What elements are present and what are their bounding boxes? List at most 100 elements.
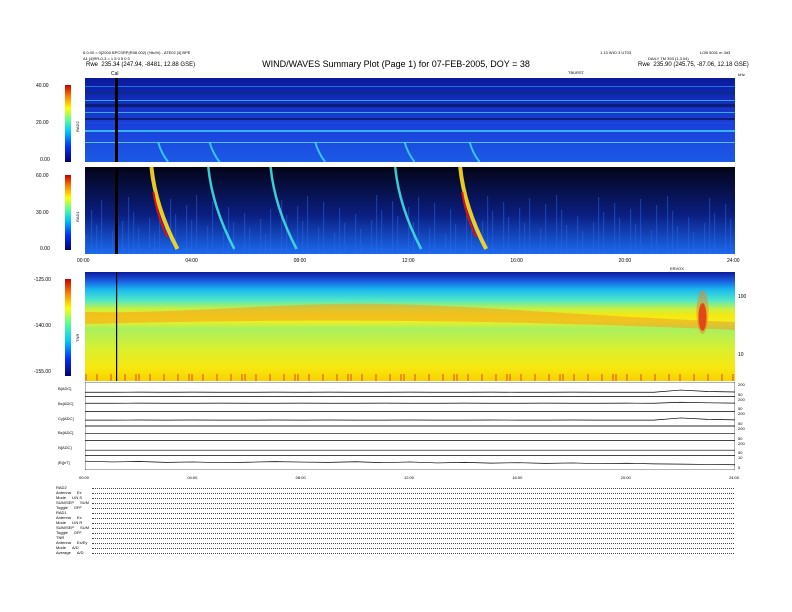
rx-value-right: 235.90 (245.75, -87.06, 12.18 GSE) bbox=[653, 62, 749, 68]
mag-row-label: N[ADC] bbox=[58, 445, 72, 450]
rad1-streak-33 bbox=[656, 205, 658, 254]
rad1-x-tick: 00:00 bbox=[77, 258, 90, 264]
tnr-bottom-spike-5 bbox=[350, 374, 352, 381]
tnr-bottom-spike-12 bbox=[721, 374, 723, 381]
tnr-bottom-spike-22 bbox=[601, 374, 603, 381]
mag-x-tick: 24:00 bbox=[729, 475, 740, 480]
rad1-x-tick: 20:00 bbox=[618, 258, 632, 264]
rad1-streak-68 bbox=[651, 230, 653, 254]
mag-row-line-2 bbox=[85, 417, 735, 421]
rad1-x-tick: 24:00 bbox=[727, 258, 740, 264]
mag-row-label: |B|[nT] bbox=[58, 459, 70, 465]
tnr-bottom-spike-30 bbox=[375, 374, 377, 381]
rad1-streak-61 bbox=[392, 201, 394, 254]
rad1-cbar-tick-top: 60.00 bbox=[36, 173, 49, 179]
tnr-background bbox=[85, 272, 735, 381]
mag-row-right-tick: 10 bbox=[738, 455, 743, 461]
tnr-bottom-spike-26 bbox=[163, 374, 165, 381]
mag-row-label: Bx[ADC] bbox=[58, 401, 74, 406]
rad1-streak-43 bbox=[376, 195, 378, 254]
tnr-bottom-spike-53 bbox=[294, 374, 296, 381]
rad1-x-tick: 08:00 bbox=[293, 258, 307, 264]
footer-value: OFF bbox=[73, 530, 82, 535]
footer-dotted-line bbox=[92, 518, 734, 519]
tnr-cal-line bbox=[116, 272, 118, 381]
rad1-streak-74 bbox=[223, 232, 225, 254]
mag-row-right-tick: 200 bbox=[738, 426, 745, 431]
footer-dotted-line bbox=[92, 488, 734, 489]
rad1-streak-72 bbox=[149, 218, 151, 254]
rad2-band-8 bbox=[85, 138, 735, 139]
tnr-right-tick: 10 bbox=[738, 352, 744, 358]
tnr-bottom-spike-29 bbox=[322, 374, 324, 381]
tnr-svg bbox=[85, 272, 735, 381]
mag-x-tick: 08:00 bbox=[295, 475, 306, 480]
rad1-streak-62 bbox=[429, 228, 431, 254]
rad1-streak-46 bbox=[487, 196, 489, 254]
rad1-streak-53 bbox=[96, 225, 98, 254]
tnr-bottom-spike-0 bbox=[85, 374, 87, 381]
tnr-bottom-spike-16 bbox=[283, 374, 285, 381]
corner-label: kHz bbox=[738, 72, 745, 77]
rad1-streak-5 bbox=[270, 209, 272, 254]
tnr-bottom-spike-31 bbox=[428, 374, 430, 381]
rad1-streak-38 bbox=[191, 220, 193, 254]
rad2-band-2 bbox=[85, 100, 735, 101]
tnr-bottom-spike-9 bbox=[562, 374, 564, 381]
mag-row-label: Cy[ADC] bbox=[58, 415, 74, 421]
tnr-bottom-spike-3 bbox=[244, 374, 246, 381]
rad1-streak-58 bbox=[281, 200, 283, 254]
tnr-bottom-spike-47 bbox=[626, 374, 628, 381]
tnr-bottom-spike-40 bbox=[255, 374, 257, 381]
tnr-bottom-spike-23 bbox=[654, 374, 656, 381]
tnr-right-label: ERVOX bbox=[670, 266, 684, 271]
rad1-streak-86 bbox=[667, 196, 669, 254]
rad1-streak-34 bbox=[693, 232, 695, 254]
rad1-streak-66 bbox=[577, 216, 579, 254]
rad1-streak-41 bbox=[302, 221, 304, 254]
rad1-x-tick: 16:00 bbox=[510, 258, 523, 264]
footer-row: Average A/D bbox=[56, 550, 84, 555]
tnr-colorbar bbox=[65, 279, 71, 376]
footer-dotted-line bbox=[92, 548, 734, 549]
rad1-streak-78 bbox=[371, 220, 373, 254]
rad1-streak-71 bbox=[112, 231, 114, 254]
mag-row-line-1 bbox=[85, 401, 735, 404]
rad1-streak-64 bbox=[503, 202, 505, 254]
mag-field-panel bbox=[85, 382, 735, 470]
rad1-streak-27 bbox=[434, 203, 436, 254]
tnr-bottom-spike-43 bbox=[414, 374, 416, 381]
rad1-streak-45 bbox=[450, 209, 452, 254]
footer-value: OFF bbox=[73, 505, 82, 510]
rad1-streak-11 bbox=[492, 211, 494, 254]
tnr-bottom-spike-45 bbox=[520, 374, 522, 381]
tnr-bottom-spike-37 bbox=[96, 374, 98, 381]
footer-dotted-line bbox=[92, 498, 734, 499]
rad1-streak-87 bbox=[704, 223, 706, 254]
tnr-ylabel: TNR bbox=[75, 333, 80, 342]
footer-dotted-line bbox=[92, 543, 734, 544]
rad1-streak-35 bbox=[730, 219, 732, 254]
rad1-streak-3 bbox=[196, 195, 198, 254]
mag-row-frame-4 bbox=[85, 440, 735, 456]
rad1-streak-26 bbox=[397, 216, 399, 254]
tnr-bottom-spike-57 bbox=[506, 374, 508, 381]
rad1-streak-39 bbox=[228, 207, 230, 254]
rad1-streak-67 bbox=[614, 203, 616, 254]
rad1-streak-15 bbox=[640, 199, 642, 254]
footer-dotted-line bbox=[92, 493, 734, 494]
rad1-streak-69 bbox=[688, 217, 690, 254]
rad1-streak-0 bbox=[85, 234, 87, 254]
rad1-streak-13 bbox=[566, 225, 568, 254]
footer-dotted-line bbox=[92, 503, 734, 504]
rad1-streak-24 bbox=[323, 202, 325, 254]
rad1-streak-19 bbox=[138, 227, 140, 254]
tnr-event-halo bbox=[696, 290, 709, 334]
mag-row-right-tick: 200 bbox=[738, 411, 745, 417]
rad1-streak-31 bbox=[582, 231, 584, 254]
rad1-streak-70 bbox=[725, 204, 727, 254]
rad1-streak-28 bbox=[471, 230, 473, 254]
tnr-bottom-spike-13 bbox=[124, 374, 126, 381]
tnr-spectrogram bbox=[85, 272, 735, 381]
tnr-bottom-spike-36 bbox=[693, 374, 695, 381]
